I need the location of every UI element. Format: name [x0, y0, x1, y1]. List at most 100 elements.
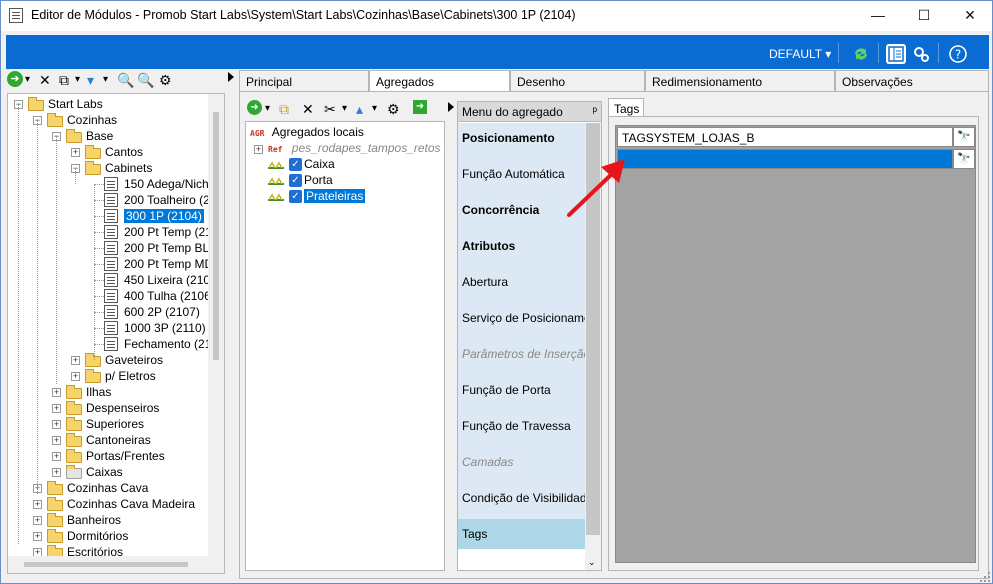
menu-item[interactable]: Tags [462, 527, 487, 541]
tree-node[interactable]: 1000 3P (2110) [124, 320, 206, 336]
tree-expander[interactable]: + [71, 372, 80, 381]
splitter-arrow-icon[interactable] [227, 71, 235, 83]
tag-row-value[interactable] [617, 149, 953, 169]
menu-item[interactable]: Condição de Visibilidade [462, 491, 593, 505]
tree-expander[interactable]: + [33, 500, 42, 509]
agg-tool-icon[interactable]: ⚙ [387, 100, 400, 118]
back-icon[interactable]: ➜ [7, 71, 23, 87]
layout-icon[interactable] [886, 44, 906, 64]
agg-ref-node[interactable]: Ref pes_rodapes_tampos_retos [268, 140, 441, 156]
menu-item[interactable]: Abertura [462, 275, 508, 289]
settings-gear-icon[interactable] [911, 44, 931, 64]
tree-node[interactable]: Cozinhas [67, 112, 117, 128]
tree-node[interactable]: 200 Pt Temp (21 [124, 224, 212, 240]
binoculars-icon[interactable]: 🔭 [953, 127, 975, 147]
tree-node[interactable]: Cozinhas Cava Madeira [67, 496, 195, 512]
agg-move-dropdown-icon[interactable]: ▾ [372, 100, 377, 118]
tab-tags[interactable]: Tags [608, 98, 644, 117]
tree-node[interactable]: Start Labs [48, 96, 103, 112]
back-dropdown-icon[interactable]: ▾ [25, 71, 30, 89]
tree-node[interactable]: Banheiros [67, 512, 121, 528]
tree-expander[interactable]: + [33, 532, 42, 541]
tree-expander[interactable]: + [52, 388, 61, 397]
tab-2[interactable]: Desenho [510, 70, 645, 92]
tree-node[interactable]: Caixas [86, 464, 123, 480]
tree-hscroll-thumb[interactable] [24, 562, 188, 567]
tree-node[interactable]: 200 Pt Temp BLI [124, 240, 213, 256]
tab-3[interactable]: Redimensionamento [645, 70, 835, 92]
copy-icon[interactable]: ⧉ [59, 71, 69, 89]
resize-grip-icon[interactable] [979, 571, 991, 583]
tree-node[interactable]: Cantoneiras [86, 432, 151, 448]
tree-expander[interactable]: + [52, 404, 61, 413]
copy-dropdown-icon[interactable]: ▾ [75, 71, 80, 89]
tag-row-value[interactable]: TAGSYSTEM_LOJAS_B [617, 127, 953, 147]
menu-item[interactable]: Posicionamento [462, 131, 555, 145]
find-next-icon[interactable]: 🔍 [137, 71, 154, 89]
maximize-button[interactable]: ☐ [901, 1, 947, 31]
tab-4[interactable]: Observações [835, 70, 989, 92]
tree-horizontal-scrollbar[interactable] [8, 556, 224, 573]
tree-node[interactable]: 450 Lixeira (210 [124, 272, 210, 288]
menu-item[interactable]: Parâmetros de Inserção [462, 347, 590, 361]
tree-node[interactable]: Ilhas [86, 384, 111, 400]
aggregate-item[interactable]: Porta [304, 172, 333, 188]
tool-icon[interactable]: ⚙ [159, 71, 172, 89]
pin-icon[interactable]: ᵖ [592, 104, 597, 118]
agg-cut-dropdown-icon[interactable]: ▾ [342, 100, 347, 118]
tree-expander[interactable]: + [52, 452, 61, 461]
tree-node[interactable]: 150 Adega/Nicho [124, 176, 215, 192]
agg-back-dropdown-icon[interactable]: ▾ [265, 100, 270, 118]
minimize-button[interactable]: — [855, 1, 901, 31]
agg-move-up-icon[interactable]: ▴ [356, 100, 363, 118]
agg-splitter-arrow-icon[interactable] [447, 101, 455, 113]
tree-node[interactable]: Portas/Frentes [86, 448, 165, 464]
tree-node[interactable]: Cabinets [105, 160, 152, 176]
tree-node[interactable]: Cantos [105, 144, 143, 160]
tree-vertical-scrollbar[interactable] [208, 94, 224, 558]
tree-expander[interactable]: + [52, 436, 61, 445]
agg-delete-icon[interactable]: ✕ [302, 100, 314, 118]
tree-expander[interactable]: + [52, 468, 61, 477]
menu-item[interactable]: Concorrência [462, 203, 539, 217]
aggregate-checkbox[interactable]: ✓ [289, 174, 302, 187]
menu-item[interactable]: Camadas [462, 455, 513, 469]
tree-node[interactable]: 600 2P (2107) [124, 304, 200, 320]
menu-item[interactable]: Função de Porta [462, 383, 551, 397]
tree-node[interactable]: 200 Pt Temp MD [124, 256, 213, 272]
tree-node[interactable]: Gaveteiros [105, 352, 163, 368]
menu-item[interactable]: Atributos [462, 239, 515, 253]
menu-item[interactable]: Função de Travessa [462, 419, 571, 433]
close-button[interactable]: ✕ [947, 1, 992, 31]
aggregate-item[interactable]: Prateleiras [304, 188, 366, 204]
tree-node[interactable]: 200 Toalheiro (2 [124, 192, 210, 208]
aggregate-item[interactable]: Caixa [304, 156, 335, 172]
tree-expander[interactable]: + [52, 420, 61, 429]
move-dropdown-icon[interactable]: ▾ [103, 71, 108, 89]
ref-expander[interactable]: + [254, 145, 263, 154]
agg-root-node[interactable]: AGR Agregados locais [250, 124, 364, 140]
tree-vscroll-thumb[interactable] [213, 112, 219, 360]
aggregate-checkbox[interactable]: ✓ [289, 190, 302, 203]
tree-node[interactable]: 300 1P (2104) [124, 208, 204, 224]
tree-node[interactable]: Despenseiros [86, 400, 159, 416]
profile-dropdown[interactable]: DEFAULT ▾ [769, 47, 831, 61]
tree-expander[interactable]: + [71, 148, 80, 157]
help-icon[interactable]: ? [948, 44, 968, 64]
binoculars-icon[interactable]: 🔭 [953, 149, 975, 169]
tree-node[interactable]: Dormitórios [67, 528, 128, 544]
delete-icon[interactable]: ✕ [39, 71, 51, 89]
aggregate-checkbox[interactable]: ✓ [289, 158, 302, 171]
tree-node[interactable]: p/ Eletros [105, 368, 156, 384]
tree-node[interactable]: Cozinhas Cava [67, 480, 148, 496]
tab-0[interactable]: Principal [239, 70, 369, 92]
menu-scroll-down-icon[interactable]: ⌄ [588, 557, 596, 568]
tree-node[interactable]: Base [86, 128, 113, 144]
menu-item[interactable]: Função Automática [462, 167, 565, 181]
find-icon[interactable]: 🔍 [117, 71, 134, 89]
tree-node[interactable]: Fechamento (21 [124, 336, 211, 352]
agg-cut-icon[interactable]: ✂ [324, 100, 336, 118]
refresh-icon[interactable] [851, 44, 871, 64]
move-down-icon[interactable]: ▾ [87, 71, 94, 89]
agg-back-icon[interactable]: ➜ [247, 100, 262, 115]
